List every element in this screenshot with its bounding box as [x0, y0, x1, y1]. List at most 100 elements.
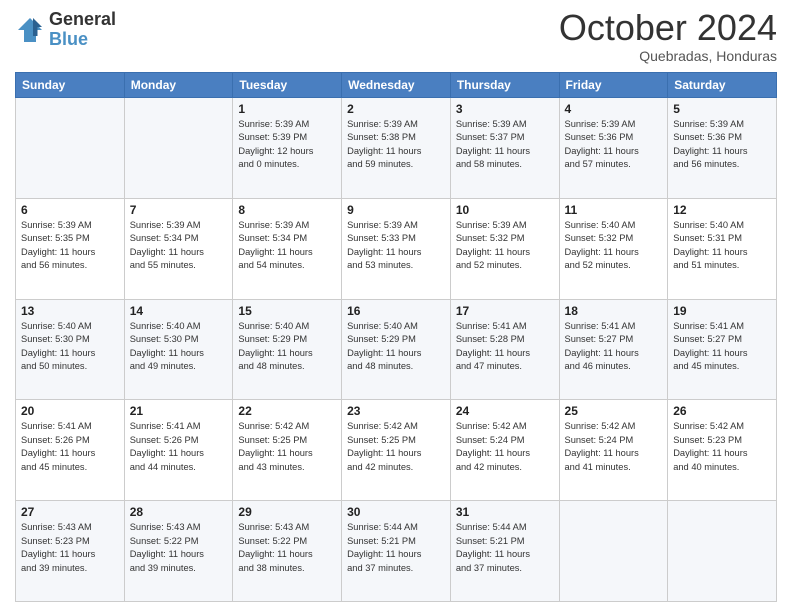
day-info: Sunrise: 5:43 AMSunset: 5:22 PMDaylight:… — [238, 521, 336, 575]
calendar-cell: 7Sunrise: 5:39 AMSunset: 5:34 PMDaylight… — [124, 198, 233, 299]
calendar-cell: 11 Sunrise: 5:40 AMSunset: 5:32 PMDayligh… — [559, 198, 668, 299]
title-block: October 2024 Quebradas, Honduras — [559, 10, 777, 64]
calendar-cell: 22Sunrise: 5:42 AMSunset: 5:25 PMDayligh… — [233, 400, 342, 501]
day-number: 3 — [456, 102, 554, 116]
calendar-cell: 8 Sunrise: 5:39 AMSunset: 5:34 PMDaylight… — [233, 198, 342, 299]
day-info: Sunrise: 5:39 AMSunset: 5:39 PMDaylight:… — [238, 118, 336, 172]
weekday-header-saturday: Saturday — [668, 73, 777, 98]
week-row-2: 6 Sunrise: 5:39 AMSunset: 5:35 PMDaylight… — [16, 198, 777, 299]
day-number: 12 — [673, 203, 771, 217]
day-number: 5 — [673, 102, 771, 116]
calendar-cell: 1Sunrise: 5:39 AMSunset: 5:39 PMDaylight… — [233, 98, 342, 199]
calendar-cell: 9 Sunrise: 5:39 AMSunset: 5:33 PMDaylight… — [342, 198, 451, 299]
day-number: 8 — [238, 203, 336, 217]
day-number: 30 — [347, 505, 445, 519]
day-number: 29 — [238, 505, 336, 519]
calendar-cell: 18Sunrise: 5:41 AMSunset: 5:27 PMDayligh… — [559, 299, 668, 400]
day-number: 26 — [673, 404, 771, 418]
day-info: Sunrise: 5:39 AMSunset: 5:35 PMDaylight:… — [21, 219, 119, 273]
day-info: Sunrise: 5:44 AMSunset: 5:21 PMDaylight:… — [456, 521, 554, 575]
weekday-header-friday: Friday — [559, 73, 668, 98]
day-info: Sunrise: 5:39 AMSunset: 5:36 PMDaylight:… — [673, 118, 771, 172]
calendar-cell: 6 Sunrise: 5:39 AMSunset: 5:35 PMDaylight… — [16, 198, 125, 299]
day-number: 7 — [130, 203, 228, 217]
day-number: 11 — [565, 203, 663, 217]
day-info: Sunrise: 5:39 AMSunset: 5:38 PMDaylight:… — [347, 118, 445, 172]
logo-line2: Blue — [49, 29, 88, 49]
calendar-table: SundayMondayTuesdayWednesdayThursdayFrid… — [15, 72, 777, 602]
day-info: Sunrise: 5:39 AMSunset: 5:32 PMDaylight:… — [456, 219, 554, 273]
day-info: Sunrise: 5:43 AMSunset: 5:22 PMDaylight:… — [130, 521, 228, 575]
calendar-cell: 28 Sunrise: 5:43 AMSunset: 5:22 PMDayligh… — [124, 501, 233, 602]
day-number: 24 — [456, 404, 554, 418]
day-number: 27 — [21, 505, 119, 519]
day-number: 10 — [456, 203, 554, 217]
weekday-header-wednesday: Wednesday — [342, 73, 451, 98]
calendar-cell: 5 Sunrise: 5:39 AMSunset: 5:36 PMDaylight… — [668, 98, 777, 199]
day-info: Sunrise: 5:40 AMSunset: 5:29 PMDaylight:… — [238, 320, 336, 374]
calendar-cell: 26 Sunrise: 5:42 AMSunset: 5:23 PMDayligh… — [668, 400, 777, 501]
day-number: 2 — [347, 102, 445, 116]
calendar-cell: 31Sunrise: 5:44 AMSunset: 5:21 PMDayligh… — [450, 501, 559, 602]
day-number: 9 — [347, 203, 445, 217]
week-row-3: 13 Sunrise: 5:40 AMSunset: 5:30 PMDayligh… — [16, 299, 777, 400]
calendar-cell: 27 Sunrise: 5:43 AMSunset: 5:23 PMDayligh… — [16, 501, 125, 602]
calendar-cell: 30Sunrise: 5:44 AMSunset: 5:21 PMDayligh… — [342, 501, 451, 602]
calendar-cell: 21 Sunrise: 5:41 AMSunset: 5:26 PMDayligh… — [124, 400, 233, 501]
page: General Blue October 2024 Quebradas, Hon… — [0, 0, 792, 612]
calendar-cell: 24 Sunrise: 5:42 AMSunset: 5:24 PMDayligh… — [450, 400, 559, 501]
day-info: Sunrise: 5:39 AMSunset: 5:33 PMDaylight:… — [347, 219, 445, 273]
day-info: Sunrise: 5:39 AMSunset: 5:34 PMDaylight:… — [238, 219, 336, 273]
day-info: Sunrise: 5:40 AMSunset: 5:32 PMDaylight:… — [565, 219, 663, 273]
week-row-5: 27 Sunrise: 5:43 AMSunset: 5:23 PMDayligh… — [16, 501, 777, 602]
location: Quebradas, Honduras — [559, 48, 777, 64]
day-number: 16 — [347, 304, 445, 318]
day-number: 22 — [238, 404, 336, 418]
logo-text: General Blue — [49, 10, 116, 50]
day-number: 18 — [565, 304, 663, 318]
header: General Blue October 2024 Quebradas, Hon… — [15, 10, 777, 64]
day-info: Sunrise: 5:42 AMSunset: 5:24 PMDaylight:… — [565, 420, 663, 474]
day-info: Sunrise: 5:43 AMSunset: 5:23 PMDaylight:… — [21, 521, 119, 575]
logo-line1: General — [49, 10, 116, 30]
weekday-header-monday: Monday — [124, 73, 233, 98]
calendar-cell — [124, 98, 233, 199]
day-number: 19 — [673, 304, 771, 318]
day-number: 13 — [21, 304, 119, 318]
day-info: Sunrise: 5:40 AMSunset: 5:29 PMDaylight:… — [347, 320, 445, 374]
calendar-cell: 29 Sunrise: 5:43 AMSunset: 5:22 PMDayligh… — [233, 501, 342, 602]
day-number: 21 — [130, 404, 228, 418]
weekday-header-sunday: Sunday — [16, 73, 125, 98]
day-number: 17 — [456, 304, 554, 318]
day-number: 28 — [130, 505, 228, 519]
calendar-cell: 13Sunrise: 5:40 AMSunset: 5:30 PMDayligh… — [16, 299, 125, 400]
day-number: 20 — [21, 404, 119, 418]
calendar-cell — [16, 98, 125, 199]
weekday-header-row: SundayMondayTuesdayWednesdayThursdayFrid… — [16, 73, 777, 98]
calendar-cell: 16 Sunrise: 5:40 AMSunset: 5:29 PMDayligh… — [342, 299, 451, 400]
calendar-cell: 2 Sunrise: 5:39 AMSunset: 5:38 PMDaylight… — [342, 98, 451, 199]
day-info: Sunrise: 5:40 AMSunset: 5:30 PMDaylight:… — [130, 320, 228, 374]
day-number: 6 — [21, 203, 119, 217]
day-info: Sunrise: 5:40 AMSunset: 5:31 PMDaylight:… — [673, 219, 771, 273]
day-number: 25 — [565, 404, 663, 418]
calendar-cell: 20 Sunrise: 5:41 AMSunset: 5:26 PMDayligh… — [16, 400, 125, 501]
day-info: Sunrise: 5:41 AMSunset: 5:28 PMDaylight:… — [456, 320, 554, 374]
calendar-cell: 15Sunrise: 5:40 AMSunset: 5:29 PMDayligh… — [233, 299, 342, 400]
calendar-cell: 14 Sunrise: 5:40 AMSunset: 5:30 PMDayligh… — [124, 299, 233, 400]
calendar-cell: 3Sunrise: 5:39 AMSunset: 5:37 PMDaylight… — [450, 98, 559, 199]
month-title: October 2024 — [559, 10, 777, 46]
day-info: Sunrise: 5:41 AMSunset: 5:27 PMDaylight:… — [673, 320, 771, 374]
day-number: 23 — [347, 404, 445, 418]
day-number: 14 — [130, 304, 228, 318]
week-row-4: 20 Sunrise: 5:41 AMSunset: 5:26 PMDayligh… — [16, 400, 777, 501]
day-info: Sunrise: 5:42 AMSunset: 5:24 PMDaylight:… — [456, 420, 554, 474]
day-info: Sunrise: 5:41 AMSunset: 5:26 PMDaylight:… — [21, 420, 119, 474]
day-info: Sunrise: 5:39 AMSunset: 5:36 PMDaylight:… — [565, 118, 663, 172]
day-number: 4 — [565, 102, 663, 116]
calendar-cell: 23 Sunrise: 5:42 AMSunset: 5:25 PMDayligh… — [342, 400, 451, 501]
day-info: Sunrise: 5:41 AMSunset: 5:26 PMDaylight:… — [130, 420, 228, 474]
day-info: Sunrise: 5:42 AMSunset: 5:25 PMDaylight:… — [347, 420, 445, 474]
calendar-cell — [559, 501, 668, 602]
day-info: Sunrise: 5:42 AMSunset: 5:23 PMDaylight:… — [673, 420, 771, 474]
